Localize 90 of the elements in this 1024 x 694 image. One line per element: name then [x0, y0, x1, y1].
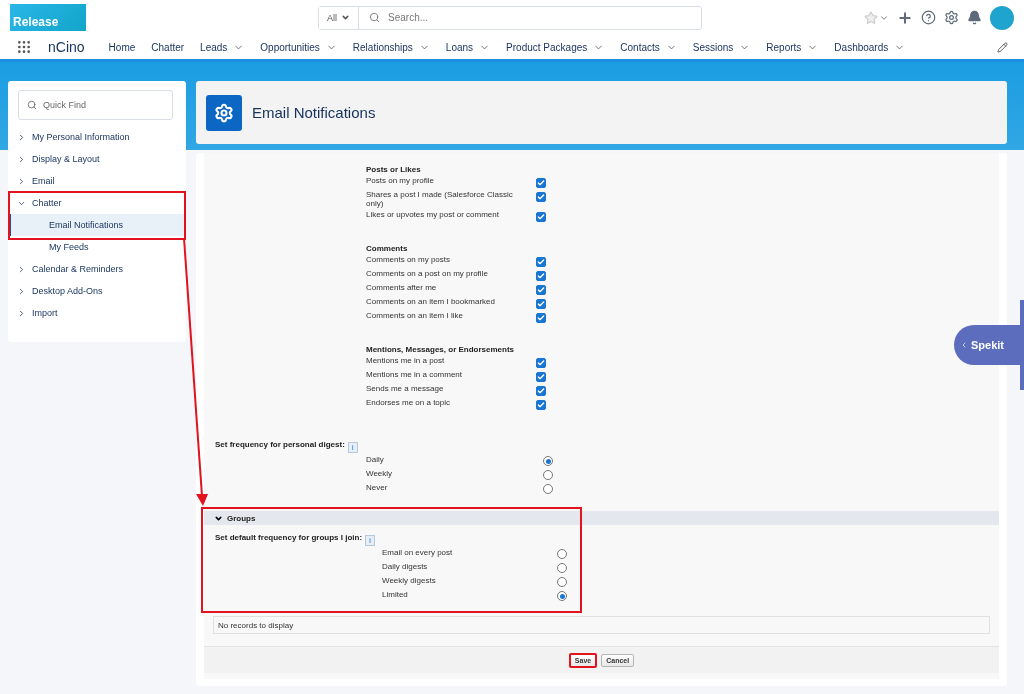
checkbox[interactable]	[536, 358, 546, 368]
radio-button[interactable]	[543, 456, 553, 466]
add-icon[interactable]	[897, 9, 913, 26]
sidebar-item[interactable]: My Personal Information	[8, 126, 186, 148]
option-label: Posts on my profile	[366, 176, 436, 185]
chevron-right-icon	[17, 286, 26, 296]
sidebar-item[interactable]: Display & Layout	[8, 148, 186, 170]
quick-find-field[interactable]: Quick Find	[18, 90, 173, 120]
field-label: Set frequency for personal digest:	[215, 440, 345, 449]
radio-button[interactable]	[543, 470, 553, 480]
page-title: Email Notifications	[252, 104, 376, 121]
checkbox[interactable]	[536, 271, 546, 281]
nav-tab[interactable]: Product Packages	[506, 41, 605, 53]
sidebar-subitem[interactable]: Email Notifications	[8, 214, 186, 236]
option-label: Comments on an item I bookmarked	[366, 297, 496, 306]
radio-button[interactable]	[557, 591, 567, 601]
chevron-right-icon	[17, 154, 26, 164]
edit-icon[interactable]	[997, 41, 1008, 53]
option-label: Comments on a post on my profile	[366, 269, 489, 278]
option-label: Likes or upvotes my post or comment	[366, 210, 500, 219]
sidebar-item[interactable]: Email	[8, 170, 186, 192]
option-label: Shares a post I made (Salesforce Classic only)	[366, 190, 514, 208]
field-label: Set default frequency for groups I join:	[215, 533, 363, 542]
option-label: Weekly	[366, 469, 394, 478]
checkbox[interactable]	[536, 285, 546, 295]
search-icon	[369, 12, 380, 23]
nav-tab[interactable]: Contacts	[620, 41, 677, 53]
user-avatar[interactable]	[990, 5, 1014, 30]
nav-tab[interactable]: Relationships	[352, 41, 430, 53]
sidebar-item[interactable]: Calendar & Reminders	[8, 258, 186, 280]
option-label: Limited	[382, 590, 409, 599]
chevron-right-icon	[17, 132, 26, 142]
caret-icon	[341, 13, 350, 22]
radio-button[interactable]	[557, 549, 567, 559]
option-label: Comments on an item I like	[366, 311, 464, 320]
option-label: Sends me a message	[366, 384, 445, 393]
nav-tab[interactable]: Chatter	[151, 41, 185, 53]
radio-button[interactable]	[543, 484, 553, 494]
option-label: Mentions me in a post	[366, 356, 446, 365]
radio-button[interactable]	[557, 563, 567, 573]
option-label: Daily digests	[382, 562, 429, 571]
sidebar-item[interactable]: Import	[8, 302, 186, 324]
search-field[interactable]: All Search...	[318, 5, 702, 30]
chevron-right-icon	[17, 176, 26, 186]
settings-icon	[206, 94, 242, 131]
sidebar-item[interactable]: Desktop Add-Ons	[8, 280, 186, 302]
checkbox[interactable]	[536, 257, 546, 267]
section-heading: Mentions, Messages, or Endorsements	[366, 345, 515, 354]
option-label: Comments on my posts	[366, 255, 452, 264]
checkbox[interactable]	[536, 386, 546, 396]
option-label: Email on every post	[382, 548, 454, 557]
nav-tab[interactable]: Opportunities	[260, 41, 337, 53]
checkbox[interactable]	[536, 313, 546, 323]
checkbox[interactable]	[536, 400, 546, 410]
option-label: Endorses me on a topic	[366, 398, 452, 407]
nav-tab[interactable]: Loans	[445, 41, 491, 53]
section-header[interactable]: Groups	[204, 511, 999, 525]
nav-tab[interactable]: Dashboards	[834, 41, 906, 53]
spekit-tab[interactable]: Spekit	[954, 325, 1020, 365]
sidebar-subitem[interactable]: My Feeds	[8, 236, 186, 258]
app-launcher-icon[interactable]	[16, 39, 32, 55]
search-icon	[27, 100, 37, 110]
chevron-right-icon	[17, 308, 26, 318]
option-label: Mentions me in a comment	[366, 370, 464, 379]
option-label: Daily	[366, 455, 385, 464]
checkbox[interactable]	[536, 192, 546, 202]
nav-tab[interactable]: Reports	[766, 41, 819, 53]
star-icon	[864, 10, 878, 25]
option-label: Comments after me	[366, 283, 438, 292]
settings-icon[interactable]	[944, 10, 959, 25]
chevron-left-icon	[960, 341, 968, 349]
sidebar-item[interactable]: Chatter	[8, 192, 186, 214]
bell-icon[interactable]	[967, 10, 982, 25]
nav-tab[interactable]: Sessions	[692, 41, 751, 53]
spekit-label: Spekit	[971, 339, 1004, 351]
section-heading: Posts or Likes	[366, 165, 421, 174]
section-heading: Comments	[366, 244, 408, 253]
chevron-right-icon	[17, 264, 26, 274]
option-label: Weekly digests	[382, 576, 437, 585]
checkbox[interactable]	[536, 372, 546, 382]
help-icon[interactable]	[921, 10, 936, 25]
option-label: Never	[366, 483, 389, 492]
checkbox[interactable]	[536, 299, 546, 309]
nav-tab[interactable]: Leads	[200, 41, 245, 53]
app-name: nCino	[48, 39, 85, 55]
nav-tab[interactable]: Home	[108, 41, 136, 53]
checkbox[interactable]	[536, 178, 546, 188]
empty-message: No records to display	[213, 616, 990, 634]
radio-button[interactable]	[557, 577, 567, 587]
checkbox[interactable]	[536, 212, 546, 222]
